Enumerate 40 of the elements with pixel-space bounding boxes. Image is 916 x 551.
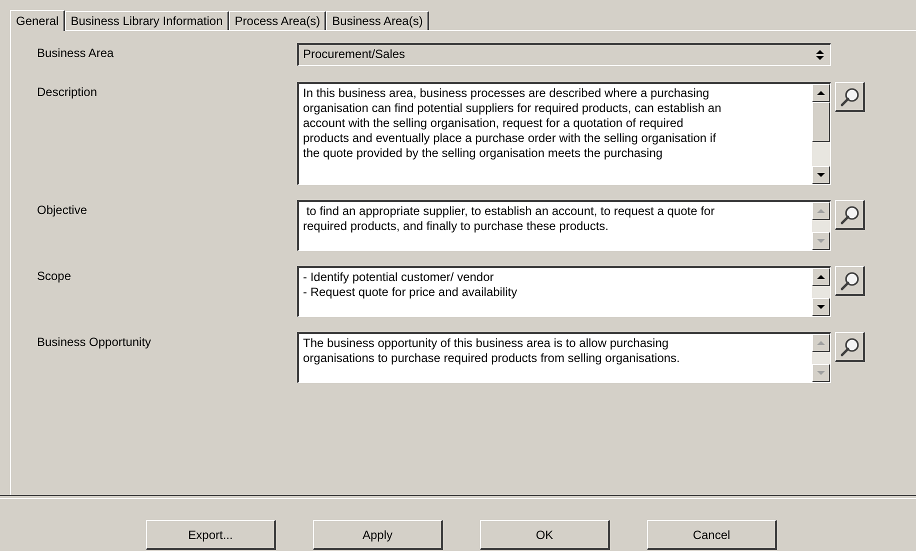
down-arrow-icon	[817, 305, 825, 309]
up-arrow-icon	[817, 341, 825, 345]
field-label: Scope	[37, 268, 72, 283]
scroll-bar[interactable]	[812, 84, 830, 184]
dialog-button[interactable]: Cancel	[647, 520, 777, 550]
scroll-bar[interactable]	[812, 334, 830, 382]
up-arrow-icon	[817, 275, 825, 279]
search-icon	[838, 86, 860, 108]
dropdown-field[interactable]: Procurement/Sales	[297, 43, 831, 66]
up-arrow-icon	[817, 209, 825, 213]
text-area[interactable]: In this business area, business processes are described where a purchasing organisation can find potential suppliers for required products, can establish an account with the selling organisation, request for a quotation of required products and eventually place a purchase order with the selling organisation if the quote provided by the selling organisation meets the purchasing	[297, 82, 831, 185]
text-area[interactable]: The business opportunity of this business area is to allow purchasing organisations to purchase required products from selling organisations.	[297, 332, 831, 383]
down-arrow-icon	[817, 371, 825, 375]
field-label: Objective	[37, 202, 88, 217]
search-button[interactable]	[835, 200, 865, 230]
text-area[interactable]: to find an appropriate supplier, to establish an account, to request a quote for required products, and finally to purchase these products.	[297, 200, 831, 251]
tab[interactable]: Business Area(s)	[326, 11, 429, 30]
down-arrow-icon	[816, 56, 824, 60]
search-icon	[838, 270, 860, 292]
tab[interactable]: Business Library Information	[64, 11, 229, 30]
search-icon	[838, 204, 860, 226]
down-arrow-icon	[817, 173, 825, 177]
search-icon	[838, 336, 860, 358]
tab[interactable]: General	[10, 10, 65, 31]
dialog-button[interactable]: Export...	[146, 520, 276, 550]
field-label: Business Area	[37, 45, 115, 60]
field-label: Business Opportunity	[37, 334, 152, 349]
field-label: Description	[37, 84, 98, 99]
search-button[interactable]	[835, 332, 865, 362]
search-button[interactable]	[835, 266, 865, 296]
dialog-button[interactable]: Apply	[313, 520, 443, 550]
dialog-button[interactable]: OK	[480, 520, 610, 550]
down-arrow-icon	[817, 239, 825, 243]
tab[interactable]: Process Area(s)	[228, 11, 326, 30]
text-area[interactable]: - Identify potential customer/ vendor - Request quote for price and availability	[297, 266, 831, 317]
up-arrow-icon	[816, 50, 824, 54]
scroll-bar[interactable]	[812, 268, 830, 316]
search-button[interactable]	[835, 82, 865, 112]
scroll-bar[interactable]	[812, 202, 830, 250]
up-arrow-icon	[817, 91, 825, 95]
